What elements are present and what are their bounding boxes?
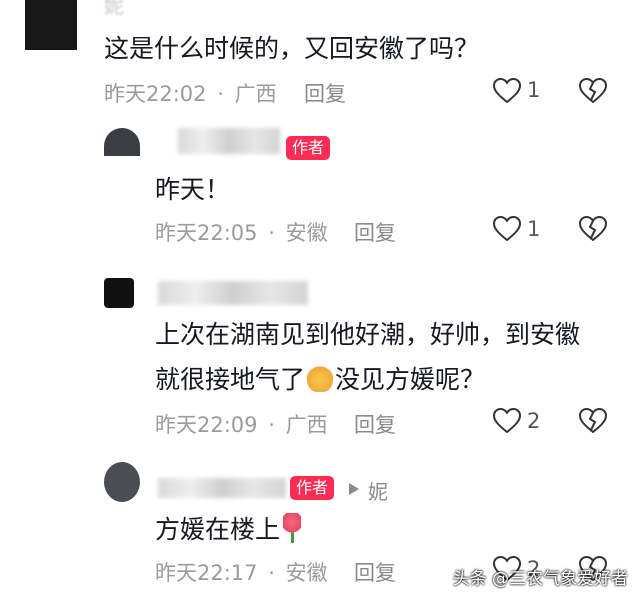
comment-text-part: 方媛在楼上: [155, 515, 281, 544]
location: 安徽: [285, 221, 328, 245]
comment-text-line-1: 上次在湖南见到他好潮，好帅，到安徽: [155, 320, 581, 349]
username[interactable]: 妮: [104, 0, 124, 19]
avatar[interactable]: [104, 278, 134, 308]
reply-button[interactable]: 回复: [354, 409, 396, 439]
avatar[interactable]: [104, 462, 140, 502]
broken-heart-icon[interactable]: [579, 216, 607, 242]
broken-heart-icon[interactable]: [579, 408, 607, 434]
broken-heart-icon[interactable]: [579, 78, 607, 104]
comment-text-part: 就很接地气了: [155, 365, 306, 394]
comment-meta: 昨天22:02 · 广西: [104, 78, 277, 108]
location: 广西: [234, 82, 277, 106]
like-count: 1: [527, 217, 541, 241]
timestamp: 昨天22:02: [104, 82, 207, 106]
watermark: 头条 @三农气象爱好者: [452, 569, 628, 589]
separator: ·: [268, 221, 275, 245]
username-blurred[interactable]: [178, 128, 280, 154]
reply-target-username[interactable]: 妮: [368, 476, 388, 505]
timestamp: 昨天22:05: [155, 221, 258, 245]
separator: ·: [217, 82, 224, 106]
author-badge: 作者: [290, 476, 335, 500]
reply-button[interactable]: 回复: [304, 78, 346, 108]
like-count: 1: [527, 78, 541, 102]
like-count: 2: [527, 409, 541, 433]
separator: ·: [268, 561, 275, 585]
timestamp: 昨天22:17: [155, 561, 258, 585]
location: 广西: [285, 413, 328, 437]
reply-button[interactable]: 回复: [354, 557, 396, 587]
reply-button[interactable]: 回复: [354, 217, 396, 247]
separator: ·: [268, 413, 275, 437]
timestamp: 昨天22:09: [155, 413, 258, 437]
heart-outline-icon[interactable]: [493, 408, 521, 434]
heart-outline-icon[interactable]: [493, 78, 521, 104]
author-badge: 作者: [286, 136, 331, 160]
heart-outline-icon[interactable]: [493, 216, 521, 242]
avatar[interactable]: [25, 0, 77, 50]
comment-meta: 昨天22:05 · 安徽: [155, 217, 328, 247]
comment-text: 这是什么时候的，又回安徽了吗？: [104, 34, 480, 63]
comment-text-part: 没见方媛呢？: [335, 365, 486, 394]
avatar[interactable]: [104, 128, 140, 156]
comment-text-line-2: 就很接地气了 没见方媛呢？: [155, 362, 485, 398]
rose-emoji-icon: [283, 513, 302, 543]
location: 安徽: [285, 561, 328, 585]
bow-hands-emoji-icon: [307, 362, 334, 392]
username-blurred[interactable]: [158, 281, 308, 305]
comment-text: 昨天！: [155, 175, 231, 204]
comment-text: 方媛在楼上: [155, 512, 302, 548]
play-triangle-icon: [349, 483, 359, 495]
comment-meta: 昨天22:17 · 安徽: [155, 557, 328, 587]
username-blurred[interactable]: [158, 478, 286, 498]
comment-meta: 昨天22:09 · 广西: [155, 409, 328, 439]
